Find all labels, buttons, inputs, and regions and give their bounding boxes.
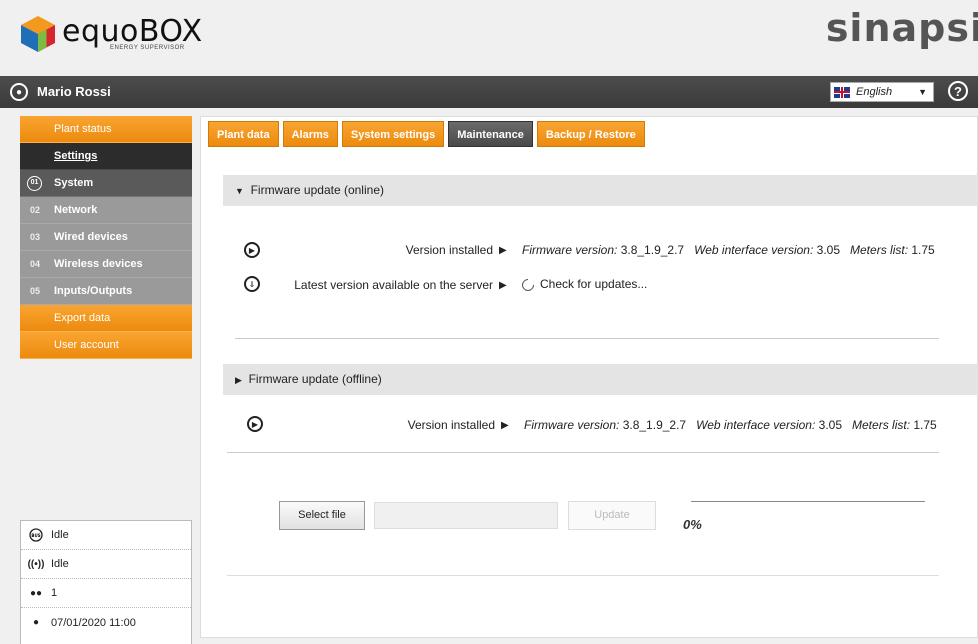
tab-plant-data[interactable]: Plant data	[208, 121, 279, 147]
user-icon[interactable]: ●	[10, 83, 28, 101]
expand-triangle-icon: ▶	[235, 375, 242, 385]
arrow-right-icon: ▶	[499, 280, 507, 291]
online-section-title: Firmware update (online)	[250, 183, 384, 197]
check-for-updates-link[interactable]: Check for updates...	[519, 276, 648, 294]
firmware-label: Firmware version:	[522, 243, 618, 257]
sidebar-item-number: 02	[30, 205, 41, 215]
divider	[227, 452, 939, 453]
tab-alarms[interactable]: Alarms	[282, 121, 338, 147]
users-status-row: ●● 1	[21, 579, 191, 608]
cube-logo-icon	[21, 16, 55, 52]
offline-section-title: Firmware update (offline)	[248, 372, 382, 386]
sidebar-item-label: Inputs/Outputs	[54, 285, 133, 297]
sidebar-item-label: Settings	[54, 150, 98, 162]
status-panel: BUS Idle ((•)) Idle ●● 1 ● 07/01/2020 11…	[20, 520, 192, 644]
users-count: 1	[51, 587, 58, 599]
check-updates-label: Check for updates...	[540, 277, 648, 291]
version-installed-label: Version installed	[405, 243, 493, 257]
tab-bar: Plant data Alarms System settings Mainte…	[208, 121, 645, 147]
select-file-button[interactable]: Select file	[279, 501, 365, 530]
sidebar-item-label: Network	[54, 204, 98, 216]
sidebar-item-inputs-outputs[interactable]: 05 Inputs/Outputs	[20, 278, 192, 305]
meters-value: 1.75	[911, 243, 935, 257]
language-label: English	[856, 86, 893, 98]
datetime-row: ● 07/01/2020 11:00	[21, 608, 191, 637]
wireless-status-text: Idle	[51, 558, 69, 570]
system-number-icon: 01	[27, 176, 42, 191]
logo-text: equoBOX	[62, 14, 203, 49]
bus-status-text: Idle	[51, 529, 69, 541]
sidebar-item-user-account[interactable]: User account	[20, 332, 192, 359]
sidebar-item-settings[interactable]: Settings	[20, 143, 192, 170]
offline-section-header[interactable]: ▶ Firmware update (offline)	[223, 364, 978, 395]
sidebar-item-number: 05	[30, 286, 41, 296]
firmware-value: 3.8_1.9_2.7	[620, 243, 685, 257]
bus-icon: BUS	[29, 528, 43, 542]
firmware-value: 3.8_1.9_2.7	[622, 418, 687, 432]
user-bar: ● Mario Rossi English ▼ ?	[0, 76, 978, 108]
user-name[interactable]: Mario Rossi	[37, 84, 111, 99]
sidebar-item-label: System	[54, 177, 94, 189]
meters-value: 1.75	[913, 418, 937, 432]
sidebar-item-wired-devices[interactable]: 03 Wired devices	[20, 224, 192, 251]
sidebar-item-number: 04	[30, 259, 41, 269]
update-button[interactable]: Update	[568, 501, 656, 530]
sinapsi-brand: sinapsi	[825, 6, 978, 50]
collapse-triangle-icon: ▼	[235, 186, 244, 196]
chevron-down-icon: ▼	[918, 87, 927, 97]
sidebar-item-label: User account	[54, 339, 119, 351]
meters-label: Meters list:	[850, 243, 909, 257]
selected-file-field[interactable]	[374, 502, 558, 529]
sidebar-item-label: Wireless devices	[54, 258, 143, 270]
uk-flag-icon	[834, 86, 850, 98]
latest-version-label: Latest version available on the server	[294, 278, 493, 292]
clock-icon: ●	[32, 617, 40, 628]
arrow-right-icon: ▶	[499, 245, 507, 256]
wireless-status-row: ((•)) Idle	[21, 550, 191, 579]
meters-label: Meters list:	[852, 418, 911, 432]
sidebar-item-network[interactable]: 02 Network	[20, 197, 192, 224]
tab-system-settings[interactable]: System settings	[341, 121, 445, 147]
help-icon[interactable]: ?	[948, 81, 968, 101]
divider	[227, 575, 939, 576]
equobox-logo: equoBOX ENERGY SUPERVISOR	[18, 14, 203, 54]
main-panel: Plant data Alarms System settings Mainte…	[200, 116, 978, 638]
sidebar-item-label: Export data	[54, 312, 111, 324]
online-versions: Firmware version: 3.8_1.9_2.7 Web interf…	[522, 243, 935, 257]
upload-progress-bar	[691, 501, 925, 502]
sidebar-item-label: Wired devices	[54, 231, 128, 243]
web-version-label: Web interface version:	[694, 243, 814, 257]
sidebar: Plant status Settings 01 System 02 Netwo…	[20, 116, 192, 359]
sidebar-item-number: 03	[30, 232, 41, 242]
sidebar-item-system[interactable]: 01 System	[20, 170, 192, 197]
divider	[235, 338, 939, 339]
sidebar-item-label: Plant status	[54, 123, 112, 135]
sidebar-item-export-data[interactable]: Export data	[20, 305, 192, 332]
tab-maintenance[interactable]: Maintenance	[448, 121, 533, 147]
arrow-right-icon: ▶	[501, 420, 509, 431]
tab-backup-restore[interactable]: Backup / Restore	[536, 121, 645, 147]
language-select[interactable]: English ▼	[830, 82, 934, 102]
app-header: equoBOX ENERGY SUPERVISOR sinapsi	[0, 0, 978, 76]
datetime-text: 07/01/2020 11:00	[51, 616, 136, 629]
bus-status-row: BUS Idle	[21, 521, 191, 550]
web-version-value: 3.05	[816, 243, 840, 257]
online-section-header[interactable]: ▼ Firmware update (online)	[223, 175, 978, 206]
web-version-label: Web interface version:	[696, 418, 816, 432]
offline-versions: Firmware version: 3.8_1.9_2.7 Web interf…	[524, 418, 937, 432]
web-version-value: 3.05	[818, 418, 842, 432]
sidebar-item-wireless-devices[interactable]: 04 Wireless devices	[20, 251, 192, 278]
svg-text:BUS: BUS	[31, 533, 40, 538]
wireless-signal-icon: ((•))	[27, 558, 45, 570]
play-circle-icon: ▶	[247, 416, 263, 432]
version-installed-label: Version installed	[407, 418, 495, 432]
play-circle-icon: ▶	[244, 242, 260, 258]
refresh-icon	[519, 276, 537, 294]
firmware-label: Firmware version:	[524, 418, 620, 432]
users-icon: ●●	[29, 587, 43, 599]
sidebar-item-plant-status[interactable]: Plant status	[20, 116, 192, 143]
upload-progress-percent: 0%	[683, 517, 702, 532]
cloud-download-icon: ⇓	[244, 276, 260, 292]
logo-subtitle: ENERGY SUPERVISOR	[110, 45, 185, 51]
